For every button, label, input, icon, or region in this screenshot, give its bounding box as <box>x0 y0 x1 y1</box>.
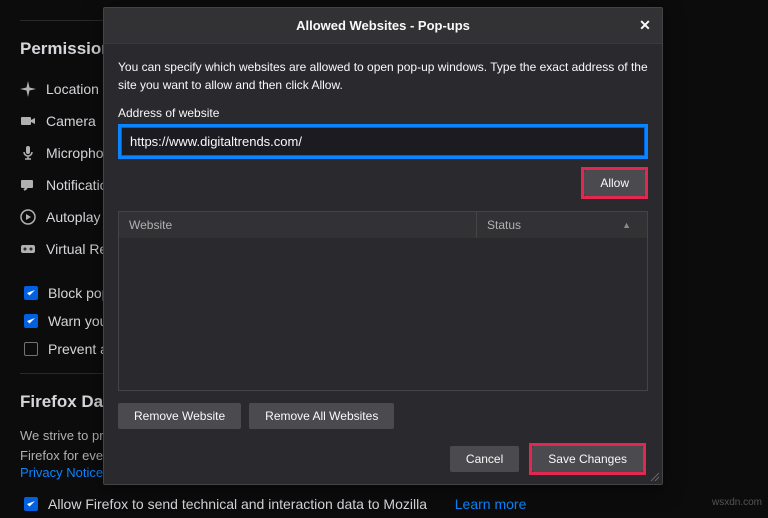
dialog-intro: You can specify which websites are allow… <box>118 58 648 94</box>
sort-icon: ▲ <box>622 220 637 230</box>
save-changes-button[interactable]: Save Changes <box>532 446 643 472</box>
check-allow-tech[interactable]: Allow Firefox to send technical and inte… <box>20 490 748 518</box>
vr-icon <box>20 241 36 257</box>
checkbox-icon[interactable] <box>24 314 38 328</box>
watermark: wsxdn.com <box>712 497 762 508</box>
check-label: Allow Firefox to send technical and inte… <box>48 496 427 512</box>
camera-icon <box>20 113 36 129</box>
th-website[interactable]: Website <box>119 212 477 238</box>
perm-label: Autoplay <box>46 209 100 225</box>
remove-website-button[interactable]: Remove Website <box>118 403 241 429</box>
cancel-button[interactable]: Cancel <box>450 446 519 472</box>
dialog-title: Allowed Websites - Pop-ups <box>296 18 470 33</box>
save-highlight: Save Changes <box>529 443 646 475</box>
allow-highlight: Allow <box>581 167 648 199</box>
url-input-highlight <box>118 124 648 159</box>
microphone-icon <box>20 145 36 161</box>
allow-button[interactable]: Allow <box>584 170 645 196</box>
location-icon <box>20 81 36 97</box>
perm-label: Location <box>46 81 99 97</box>
close-button[interactable]: ✕ <box>636 16 654 34</box>
address-input[interactable] <box>121 127 645 156</box>
website-table: Website Status ▲ <box>118 211 648 391</box>
checkbox-icon[interactable] <box>24 286 38 300</box>
checkbox-icon[interactable] <box>24 342 38 356</box>
learn-more-link[interactable]: Learn more <box>455 496 527 512</box>
table-body[interactable] <box>119 238 647 390</box>
th-status[interactable]: Status ▲ <box>477 212 647 238</box>
autoplay-icon <box>20 209 36 225</box>
perm-label: Camera <box>46 113 96 129</box>
dialog-header: Allowed Websites - Pop-ups ✕ <box>104 8 662 44</box>
notifications-icon <box>20 177 36 193</box>
th-status-label: Status <box>487 218 521 232</box>
address-label: Address of website <box>118 106 648 120</box>
table-header: Website Status ▲ <box>119 212 647 238</box>
checkbox-icon[interactable] <box>24 497 38 511</box>
remove-all-button[interactable]: Remove All Websites <box>249 403 394 429</box>
allowed-websites-dialog: Allowed Websites - Pop-ups ✕ You can spe… <box>103 7 663 485</box>
resize-handle[interactable] <box>648 470 660 482</box>
